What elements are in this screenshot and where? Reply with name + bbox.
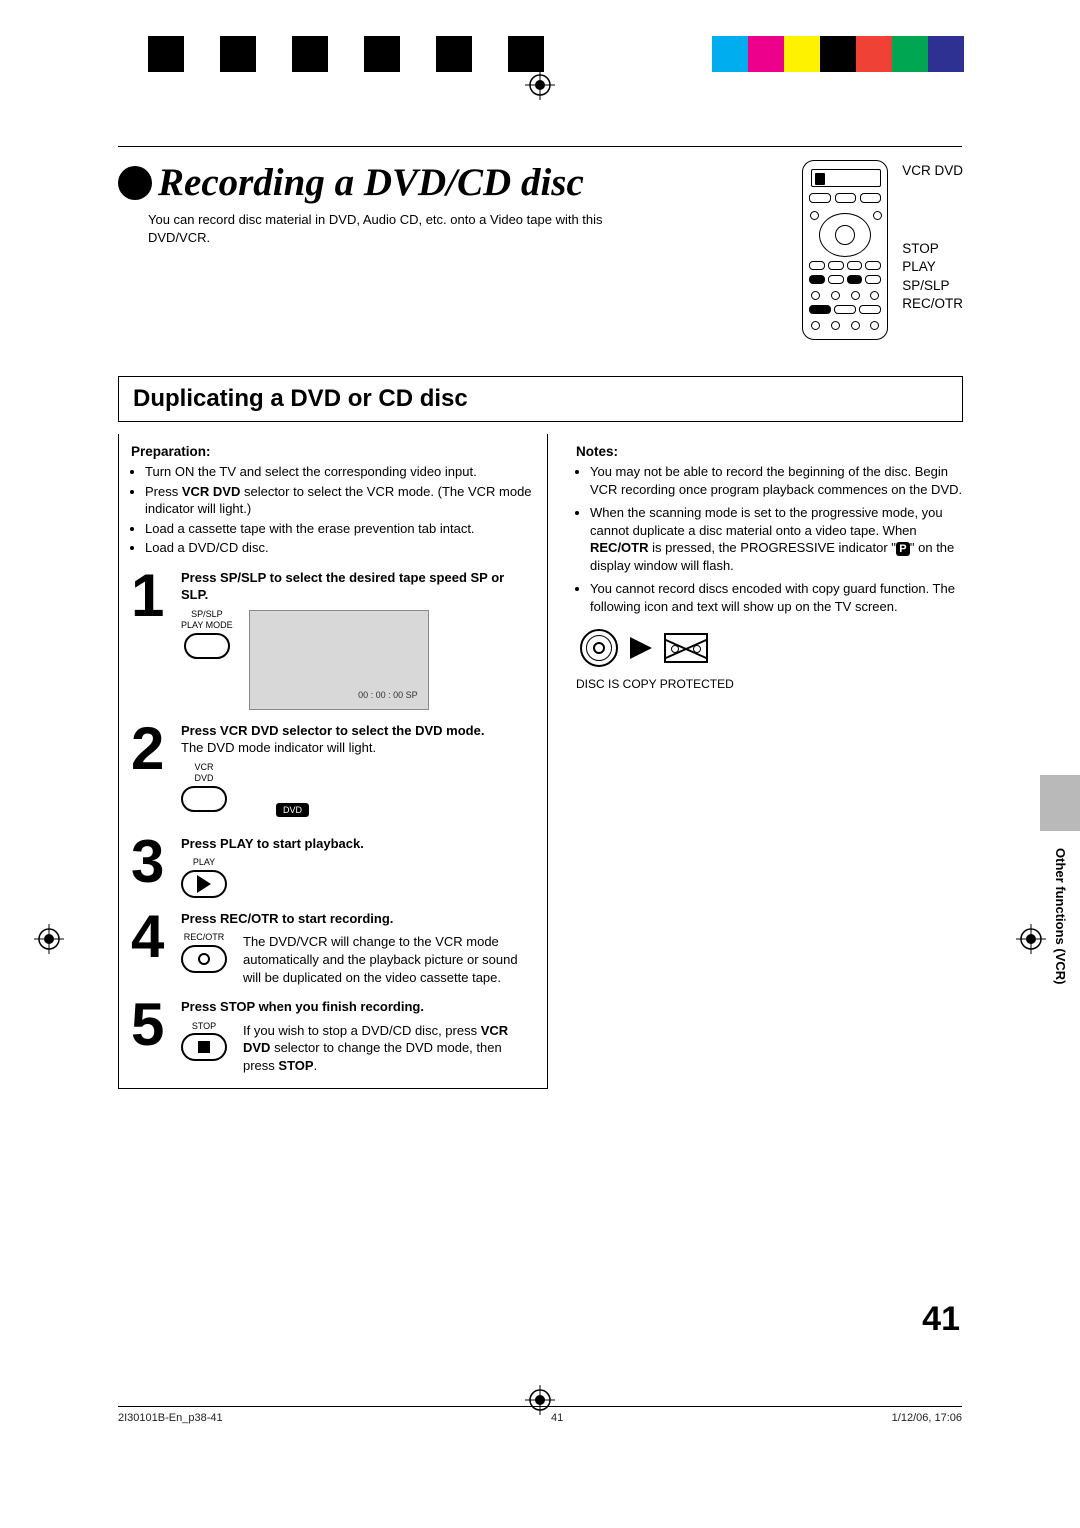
top-rule (118, 146, 962, 147)
preparation-item: Press VCR DVD selector to select the VCR… (145, 483, 535, 518)
remote-label-spslp: SP/SLP (902, 277, 963, 295)
remote-label-play: PLAY (902, 258, 963, 276)
vcrdvd-button-diagram: VCR DVD (181, 763, 227, 812)
preparation-item: Load a DVD/CD disc. (145, 539, 535, 557)
side-tab (1040, 775, 1080, 831)
notes-heading: Notes: (576, 444, 963, 459)
footer-rule (118, 1406, 962, 1407)
spslp-button-diagram: SP/SLP PLAY MODE (181, 610, 233, 659)
page-number: 41 (922, 1300, 960, 1339)
stop-icon (198, 1041, 210, 1053)
copy-protect-diagram (580, 629, 963, 667)
step4-title: Press REC/OTR to start recording. (181, 910, 535, 928)
registration-mark-right (1016, 924, 1046, 954)
copy-protected-text: DISC IS COPY PROTECTED (576, 677, 963, 691)
note-item: You cannot record discs encoded with cop… (590, 580, 963, 615)
title-bullet-icon (118, 166, 152, 200)
remote-labels: VCR DVD STOP PLAY SP/SLP REC/OTR (902, 160, 963, 313)
stop-button-diagram: STOP (181, 1022, 227, 1061)
section-title-box: Duplicating a DVD or CD disc (118, 376, 963, 422)
page-title: Recording a DVD/CD disc (118, 160, 772, 205)
note-item: When the scanning mode is set to the pro… (590, 504, 963, 574)
dvd-indicator-pill: DVD (276, 803, 309, 817)
preparation-item: Load a cassette tape with the erase prev… (145, 520, 535, 538)
remote-label-stop: STOP (902, 240, 963, 258)
print-color-bars (0, 36, 1080, 72)
play-icon (197, 875, 211, 893)
preparation-item: Turn ON the TV and select the correspond… (145, 463, 535, 481)
step4-body: The DVD/VCR will change to the VCR mode … (243, 933, 535, 986)
step5-title: Press STOP when you finish recording. (181, 998, 535, 1016)
preparation-list: Turn ON the TV and select the correspond… (131, 463, 535, 557)
step-5: 5 Press STOP when you finish recording. … (131, 998, 535, 1074)
step2-body: The DVD mode indicator will light. (181, 739, 535, 757)
step-number: 5 (131, 998, 171, 1074)
step-2: 2 Press VCR DVD selector to select the D… (131, 722, 535, 823)
osd-text: 00 : 00 : 00 SP (358, 689, 418, 701)
registration-mark-top (525, 70, 555, 100)
step-number: 3 (131, 835, 171, 898)
play-button-diagram: PLAY (181, 858, 227, 897)
side-section-label: Other functions (VCR) (1053, 848, 1068, 985)
left-column: Preparation: Turn ON the TV and select t… (118, 434, 548, 1089)
step-number: 1 (131, 569, 171, 710)
notes-list: You may not be able to record the beginn… (576, 463, 963, 615)
step-4: 4 Press REC/OTR to start recording. REC/… (131, 910, 535, 986)
step-3: 3 Press PLAY to start playback. PLAY (131, 835, 535, 898)
tv-screen-diagram: 00 : 00 : 00 SP (249, 610, 429, 710)
title-text: Recording a DVD/CD disc (158, 160, 584, 205)
record-icon (198, 953, 210, 965)
arrow-right-icon (630, 637, 652, 659)
registration-mark-bottom (525, 1385, 555, 1415)
intro-text: You can record disc material in DVD, Aud… (148, 211, 638, 246)
step-number: 2 (131, 722, 171, 823)
step-number: 4 (131, 910, 171, 986)
note-item: You may not be able to record the beginn… (590, 463, 963, 498)
section-title: Duplicating a DVD or CD disc (133, 385, 948, 413)
tape-crossed-icon (664, 633, 708, 663)
footer-page: 41 (551, 1412, 563, 1424)
preparation-heading: Preparation: (131, 444, 535, 459)
step3-title: Press PLAY to start playback. (181, 835, 535, 853)
step2-title: Press VCR DVD selector to select the DVD… (181, 722, 535, 740)
remote-label-vcrdvd: VCR DVD (902, 162, 963, 180)
footer: 2I30101B-En_p38-41 41 1/12/06, 17:06 (118, 1412, 962, 1424)
progressive-icon: P (896, 542, 910, 556)
disc-icon (580, 629, 618, 667)
step1-title: Press SP/SLP to select the desired tape … (181, 569, 535, 604)
step5-body: If you wish to stop a DVD/CD disc, press… (243, 1022, 535, 1075)
registration-mark-left (34, 924, 64, 954)
right-column: Notes: You may not be able to record the… (576, 434, 963, 1089)
recotr-button-diagram: REC/OTR (181, 933, 227, 972)
remote-label-recotr: REC/OTR (902, 295, 963, 313)
footer-doc-id: 2I30101B-En_p38-41 (118, 1412, 223, 1424)
step-1: 1 Press SP/SLP to select the desired tap… (131, 569, 535, 710)
remote-diagram (802, 160, 888, 340)
footer-timestamp: 1/12/06, 17:06 (892, 1412, 962, 1424)
